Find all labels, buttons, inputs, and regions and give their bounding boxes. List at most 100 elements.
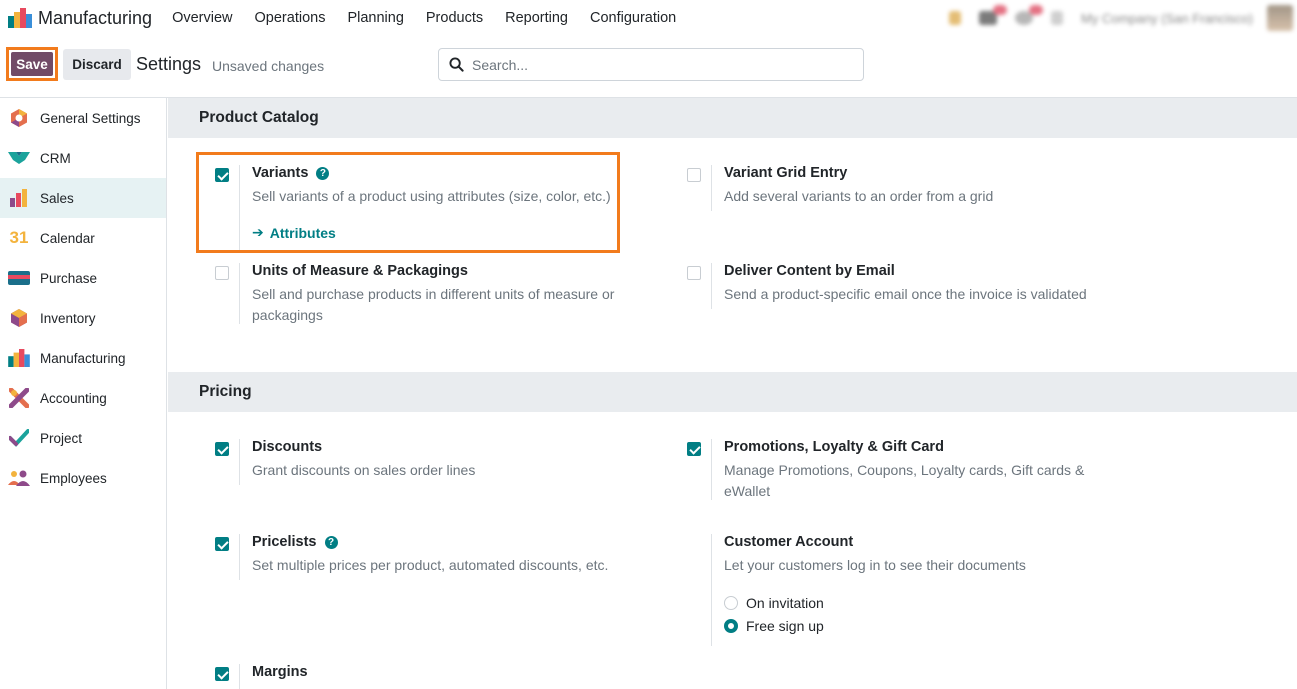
setting-description: Set multiple prices per product, automat… [252, 557, 609, 573]
sidebar-item-label: General Settings [40, 110, 141, 126]
setting-divider [239, 439, 240, 485]
menu-products[interactable]: Products [426, 10, 483, 26]
radio-on-invitation[interactable]: On invitation [724, 595, 824, 611]
setting-divider [711, 165, 712, 211]
radio-button-selected[interactable] [724, 619, 738, 633]
setting-divider [239, 165, 240, 250]
sidebar-item-calendar[interactable]: 31 Calendar [0, 218, 166, 258]
promotions-checkbox[interactable] [687, 442, 701, 456]
radio-button[interactable] [724, 596, 738, 610]
employees-icon [8, 467, 30, 489]
setting-discounts: Discounts Grant discounts on sales order… [215, 439, 635, 485]
uom-checkbox[interactable] [215, 266, 229, 280]
setting-description: Send a product-specific email once the i… [724, 286, 1087, 302]
variants-checkbox[interactable] [215, 168, 229, 182]
menu-planning[interactable]: Planning [347, 10, 403, 26]
save-button[interactable]: Save [6, 47, 58, 81]
settings-content: Product Catalog Variants? Sell variants … [168, 98, 1297, 689]
page-title: Settings [136, 54, 202, 74]
setting-description: Add several variants to an order from a … [724, 188, 994, 204]
setting-divider [239, 664, 240, 689]
discard-button[interactable]: Discard [63, 49, 131, 80]
menu-reporting[interactable]: Reporting [505, 10, 568, 26]
inventory-icon [8, 307, 30, 329]
user-avatar[interactable] [1267, 5, 1293, 31]
sidebar-item-label: Employees [40, 470, 107, 486]
menu-operations[interactable]: Operations [255, 10, 326, 26]
discounts-checkbox[interactable] [215, 442, 229, 456]
menu-overview[interactable]: Overview [172, 10, 232, 26]
setting-description: Grant discounts on sales order lines [252, 462, 476, 478]
sidebar-item-sales[interactable]: Sales [0, 178, 166, 218]
pricelists-checkbox[interactable] [215, 537, 229, 551]
sidebar-item-label: Purchase [40, 270, 98, 286]
setting-title: Pricelists? [252, 534, 338, 550]
sales-icon [8, 187, 30, 209]
attributes-link[interactable]: ➔ Attributes [252, 224, 336, 241]
search-box[interactable] [438, 48, 864, 81]
sidebar-item-employees[interactable]: Employees [0, 458, 166, 498]
sidebar-item-purchase[interactable]: Purchase [0, 258, 166, 298]
arrow-right-icon: ➔ [252, 224, 264, 240]
calendar-icon: 31 [8, 227, 30, 249]
app-brand[interactable]: Manufacturing [8, 8, 152, 29]
setting-variants: Variants? Sell variants of a product usi… [215, 165, 615, 250]
setting-pricelists: Pricelists? Set multiple prices per prod… [215, 534, 635, 580]
crm-icon [8, 147, 30, 169]
margins-checkbox[interactable] [215, 667, 229, 681]
chat-icon[interactable] [979, 5, 1008, 25]
setting-margins: Margins [215, 664, 635, 689]
setting-title: Promotions, Loyalty & Gift Card [724, 439, 944, 455]
setting-title: Deliver Content by Email [724, 263, 895, 279]
save-button-label: Save [11, 52, 53, 76]
help-icon[interactable]: ? [316, 166, 330, 180]
variant-grid-checkbox[interactable] [687, 168, 701, 182]
help-icon[interactable]: ? [324, 535, 338, 549]
setting-description: Sell variants of a product using attribu… [252, 188, 611, 204]
radio-label: On invitation [746, 595, 824, 611]
setting-title: Units of Measure & Packagings [252, 263, 468, 279]
company-switcher[interactable]: My Company (San Francisco) [1081, 11, 1253, 26]
sidebar-item-inventory[interactable]: Inventory [0, 298, 166, 338]
main-menu: Overview Operations Planning Products Re… [172, 10, 698, 26]
menu-configuration[interactable]: Configuration [590, 10, 676, 26]
deliver-email-checkbox[interactable] [687, 266, 701, 280]
navbar-systray: My Company (San Francisco) [949, 0, 1297, 36]
sidebar-item-label: Manufacturing [40, 350, 126, 366]
accounting-icon [8, 387, 30, 409]
setting-divider [239, 534, 240, 580]
setting-divider [239, 263, 240, 324]
setting-deliver-content-email: Deliver Content by Email Send a product-… [687, 263, 1127, 309]
sidebar-item-label: Sales [40, 190, 74, 206]
search-icon [449, 57, 464, 72]
unsaved-status: Unsaved changes [212, 58, 325, 74]
setting-divider [711, 263, 712, 309]
sidebar-item-project[interactable]: Project [0, 418, 166, 458]
app-name: Manufacturing [38, 7, 153, 28]
switch-company-icon[interactable] [1051, 11, 1064, 25]
section-pricing: Pricing [168, 372, 1297, 412]
setting-promotions-loyalty: Promotions, Loyalty & Gift Card Manage P… [687, 439, 1107, 500]
radio-free-sign-up[interactable]: Free sign up [724, 618, 824, 634]
setting-title: Margins [252, 664, 308, 680]
project-icon [8, 427, 30, 449]
setting-variant-grid-entry: Variant Grid Entry Add several variants … [687, 165, 1107, 211]
attributes-link-label: Attributes [269, 224, 336, 241]
search-input[interactable] [472, 56, 832, 73]
sidebar-item-general-settings[interactable]: General Settings [0, 98, 166, 138]
debug-icon[interactable] [949, 11, 962, 25]
setting-title: Customer Account [724, 534, 854, 550]
section-product-catalog: Product Catalog [168, 98, 1297, 138]
manufacturing-icon [8, 347, 30, 369]
sidebar-item-label: Accounting [40, 390, 107, 406]
general-settings-icon [8, 107, 30, 129]
sidebar-item-accounting[interactable]: Accounting [0, 378, 166, 418]
setting-description: Sell and purchase products in different … [252, 286, 615, 323]
activity-icon[interactable] [1015, 5, 1044, 25]
sidebar-item-manufacturing[interactable]: Manufacturing [0, 338, 166, 378]
calendar-icon-number: 31 [9, 228, 29, 247]
sidebar-item-crm[interactable]: CRM [0, 138, 166, 178]
sidebar-item-label: CRM [40, 150, 71, 166]
radio-label: Free sign up [746, 618, 824, 634]
setting-divider [711, 534, 712, 646]
